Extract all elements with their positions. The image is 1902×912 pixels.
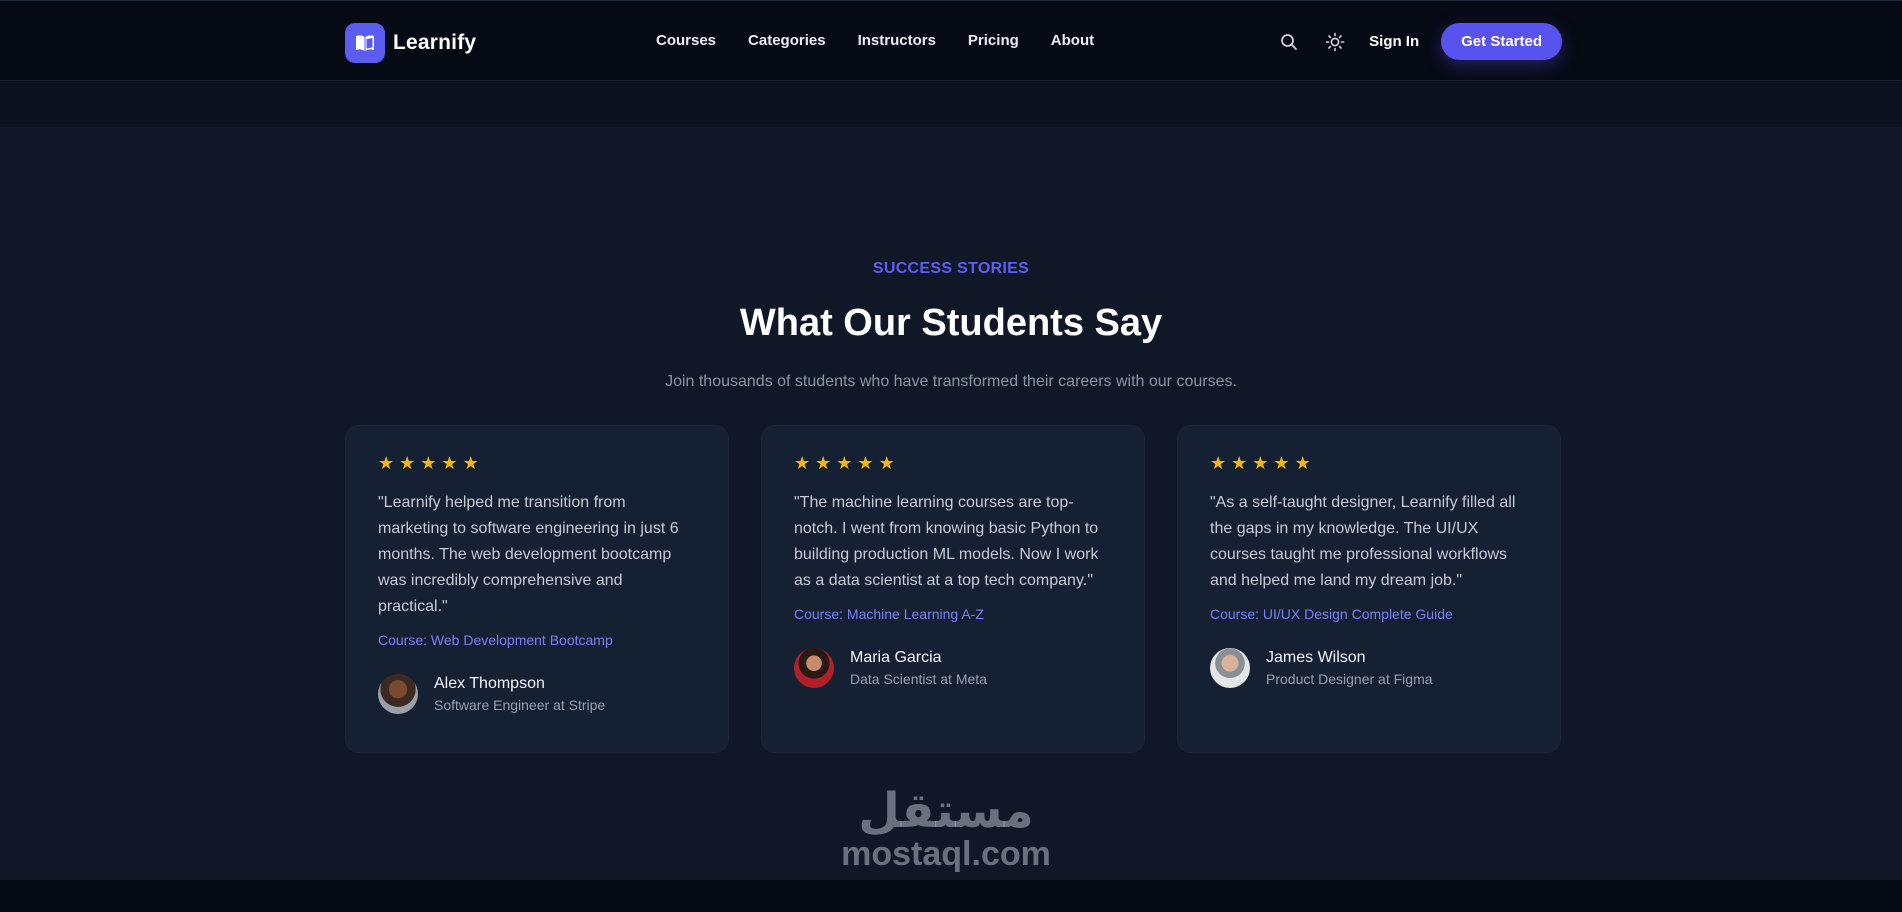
author-name: Maria Garcia — [850, 649, 942, 666]
star-icon: ★ — [462, 453, 479, 473]
testimonial-card: ★ ★ ★ ★ ★ "As a self-taught designer, Le… — [1177, 425, 1561, 753]
testimonial-card: ★ ★ ★ ★ ★ "The machine learning courses … — [761, 425, 1145, 753]
hero-bottom-band — [0, 81, 1902, 127]
testimonial-quote: "Learnify helped me transition from mark… — [378, 494, 679, 615]
nav-about[interactable]: About — [1051, 32, 1094, 49]
star-icon: ★ — [399, 453, 416, 473]
star-icon: ★ — [1210, 453, 1227, 473]
author-name: Alex Thompson — [434, 675, 545, 692]
footer-band — [0, 880, 1902, 912]
testimonial-card: ★ ★ ★ ★ ★ "Learnify helped me transition… — [345, 425, 729, 753]
section-title: What Our Students Say — [739, 302, 1163, 344]
star-icon: ★ — [857, 453, 874, 473]
star-rating: ★ ★ ★ ★ ★ — [794, 454, 1112, 472]
star-icon: ★ — [794, 453, 811, 473]
star-icon: ★ — [1231, 453, 1248, 473]
star-rating: ★ ★ ★ ★ ★ — [378, 454, 696, 472]
theme-toggle-sun-icon[interactable] — [1323, 30, 1347, 54]
testimonial-author: Alex Thompson Software Engineer at Strip… — [378, 674, 696, 714]
section-subtitle: Join thousands of students who have tran… — [665, 373, 1237, 390]
avatar — [378, 674, 418, 714]
header-actions: Sign In Get Started — [1277, 23, 1562, 60]
star-icon: ★ — [878, 453, 895, 473]
search-icon[interactable] — [1277, 30, 1301, 54]
testimonial-course-link[interactable]: Course: UI/UX Design Complete Guide — [1210, 606, 1528, 622]
author-role: Product Designer at Figma — [1266, 671, 1433, 687]
star-icon: ★ — [1294, 453, 1311, 473]
star-icon: ★ — [441, 453, 458, 473]
mostaql-watermark: مستقل mostaql.com — [826, 786, 1066, 872]
testimonial-course-link[interactable]: Course: Machine Learning A-Z — [794, 606, 1112, 622]
book-icon — [345, 23, 385, 63]
author-role: Software Engineer at Stripe — [434, 697, 606, 713]
avatar — [1210, 648, 1250, 688]
brand-name: Learnify — [393, 31, 477, 54]
testimonial-author: James Wilson Product Designer at Figma — [1210, 648, 1528, 688]
avatar — [794, 648, 834, 688]
main-nav: Courses Categories Instructors Pricing A… — [656, 32, 1094, 49]
star-icon: ★ — [378, 453, 395, 473]
brand-logo-link[interactable]: Learnify — [345, 23, 476, 63]
star-icon: ★ — [420, 453, 437, 473]
star-rating: ★ ★ ★ ★ ★ — [1210, 454, 1528, 472]
star-icon: ★ — [815, 453, 832, 473]
sign-in-link[interactable]: Sign In — [1369, 33, 1419, 50]
nav-categories[interactable]: Categories — [748, 32, 826, 49]
nav-courses[interactable]: Courses — [656, 32, 716, 49]
author-name: James Wilson — [1266, 649, 1366, 666]
top-navigation-bar: Learnify Courses Categories Instructors … — [0, 0, 1902, 81]
testimonial-quote: "The machine learning courses are top-no… — [794, 494, 1099, 589]
get-started-button[interactable]: Get Started — [1441, 23, 1562, 60]
author-role: Data Scientist at Meta — [850, 671, 987, 687]
nav-instructors[interactable]: Instructors — [858, 32, 936, 49]
star-icon: ★ — [836, 453, 853, 473]
testimonial-course-link[interactable]: Course: Web Development Bootcamp — [378, 632, 696, 648]
nav-pricing[interactable]: Pricing — [968, 32, 1019, 49]
section-eyebrow: SUCCESS STORIES — [872, 260, 1030, 277]
testimonial-author: Maria Garcia Data Scientist at Meta — [794, 648, 1112, 688]
star-icon: ★ — [1273, 453, 1290, 473]
star-icon: ★ — [1252, 453, 1269, 473]
testimonial-quote: "As a self-taught designer, Learnify fil… — [1210, 494, 1516, 589]
watermark-arabic: مستقل — [858, 783, 1034, 839]
watermark-latin: mostaql.com — [841, 835, 1051, 873]
